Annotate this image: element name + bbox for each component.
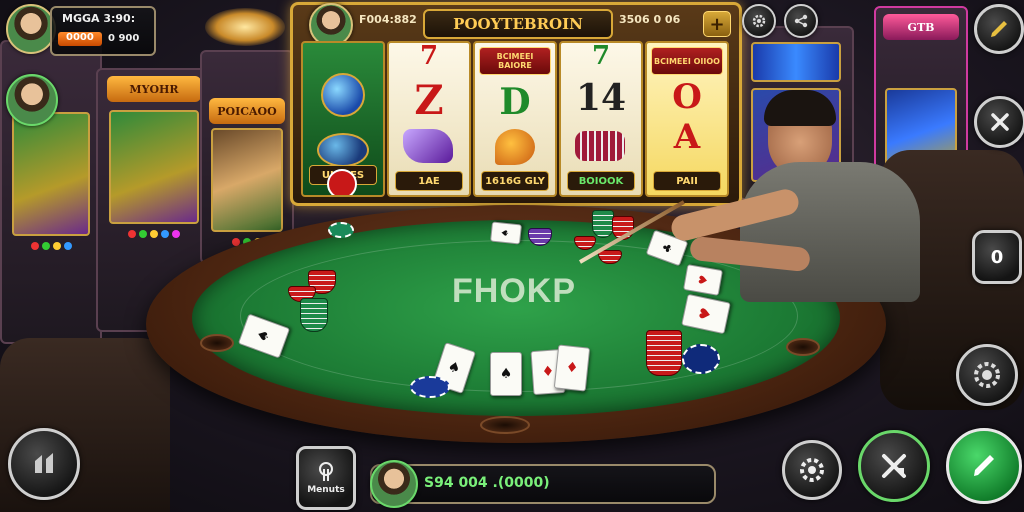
stats-button[interactable] [8, 428, 80, 500]
slot-reel-3: BCIMEEI BAIORE D 1616G GLY [473, 41, 557, 197]
player-name: MGGA 3:90: [62, 12, 136, 25]
balance-bar: 0000 [58, 32, 102, 46]
slot-reel-2: 7 Z 1AE [387, 41, 471, 197]
close-icon [991, 113, 1009, 131]
playing-card[interactable]: ♦ [553, 344, 591, 392]
arcade-marquee: GTB [883, 14, 959, 40]
cup-holder-left [200, 334, 234, 352]
stop-icon [327, 169, 357, 195]
arcade-screen [211, 128, 283, 232]
poker-chip[interactable] [682, 344, 720, 374]
slot-title: POOYTEBROIN [423, 9, 613, 39]
reel-header: BCIMEEI BAIORE [479, 47, 551, 75]
opponent-avatar[interactable] [6, 74, 58, 126]
menu-button[interactable]: Menuts [296, 446, 356, 510]
globe-symbol [321, 73, 365, 117]
slot-reel-1: UUIDES [301, 41, 385, 197]
reel-main-symbol: D [499, 81, 531, 123]
share-button[interactable] [784, 4, 818, 38]
bar-chart-icon [35, 453, 53, 473]
share-icon [794, 14, 808, 28]
slot-add-button[interactable]: + [703, 11, 731, 37]
reel-label: 1AE [395, 171, 463, 191]
player-balance: 0 900 [108, 33, 140, 44]
player-figure [668, 90, 930, 302]
pot-panel: S94 004 .(0000) [370, 464, 716, 504]
arcade-marquee: POICAOO [209, 98, 285, 124]
gear-icon [752, 14, 766, 28]
chip-stack[interactable] [592, 210, 614, 238]
player-torso [740, 162, 920, 302]
menu-icon [319, 462, 333, 481]
slot-machine[interactable]: F004:882 POOYTEBROIN 3506 0 06 + UUIDES … [290, 2, 742, 206]
reel-header: BCIMEEI OIIOO [651, 47, 723, 75]
arcade-buttons [114, 230, 195, 240]
playing-card[interactable]: ♠ [490, 221, 522, 245]
table-logo: FHOKP [452, 272, 576, 310]
globe-symbol [317, 133, 369, 167]
arcade-top-light [205, 8, 285, 46]
edit-button[interactable] [974, 4, 1024, 54]
chip-stack[interactable] [300, 298, 328, 332]
balance-bar-text: 0000 [66, 32, 94, 43]
self-avatar[interactable] [370, 460, 418, 508]
chip-stack[interactable] [646, 330, 682, 376]
menu-label: Menuts [307, 485, 345, 495]
chip-icon [974, 362, 1000, 388]
cup-holder-front [480, 416, 530, 434]
confirm-bet-button[interactable] [946, 428, 1022, 504]
slot-right-info: 3506 0 06 [619, 13, 681, 26]
close-button[interactable] [974, 96, 1024, 148]
player-hair [764, 90, 836, 126]
chip-icon [800, 458, 824, 482]
slot-reel-4: 7 14 BOIOOK [559, 41, 643, 197]
orange-leaf-symbol [495, 129, 535, 165]
pencil-icon [974, 455, 994, 476]
reel-top-symbol: 7 [591, 41, 611, 71]
slot-left-info: F004:882 [359, 13, 417, 26]
reel-label: BOIOOK [567, 171, 635, 191]
playing-card[interactable]: ♠ [490, 352, 522, 396]
reel-label: 1616G GLY [481, 171, 549, 191]
poker-chip[interactable] [328, 222, 354, 238]
camera-button[interactable]: 0 [972, 230, 1022, 284]
arcade-screen [11, 112, 91, 236]
player-info-panel: MGGA 3:90: 0000 0 900 [50, 6, 156, 56]
reel-main-symbol: 14 [575, 77, 627, 119]
fold-icon [882, 454, 906, 478]
pot-text: S94 004 .(0000) [424, 475, 550, 491]
chip-button[interactable] [956, 344, 1018, 406]
arcade-screen [109, 110, 199, 224]
reel-main-symbol: Z [414, 77, 444, 124]
chip-bet-button[interactable] [782, 440, 842, 500]
poker-chip[interactable] [410, 376, 450, 398]
arcade-screen [751, 42, 841, 82]
camera-label: 0 [990, 246, 1004, 268]
settings-button[interactable] [742, 4, 776, 38]
arcade-buttons [16, 242, 87, 252]
fold-button[interactable] [858, 430, 930, 502]
player-avatar[interactable] [6, 4, 56, 54]
pencil-icon [991, 21, 1007, 37]
purple-gem-symbol [403, 129, 453, 163]
arcade-marquee: MYOHR [106, 76, 202, 102]
reel-top-symbol: 7 [419, 41, 439, 71]
cup-holder-right [786, 338, 820, 356]
chip-stack-symbol [575, 131, 625, 161]
